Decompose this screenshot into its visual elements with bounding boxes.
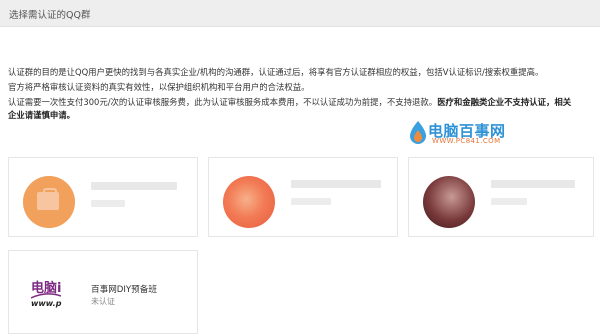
watermark-logo-icon: [410, 121, 426, 144]
description-line-3: 认证需要一次性支付300元/次的认证审核服务费，此为认证审核服务成本费用，不以认…: [8, 97, 594, 108]
group-name-redacted: [91, 182, 177, 190]
page-title: 选择需认证的QQ群: [9, 10, 91, 21]
watermark-url: WWW.PC841.COM: [432, 137, 501, 145]
group-status-redacted: [91, 200, 125, 207]
group-avatar: [423, 176, 475, 228]
watermark: 电脑百事网 WWW.PC841.COM: [408, 120, 518, 148]
group-logo-url: www.p: [31, 299, 62, 308]
group-avatar: [223, 176, 275, 228]
group-status-redacted: [491, 198, 527, 205]
group-status-redacted: [291, 198, 331, 205]
description-line-2: 官方将严格审核认证资料的真实有效性，以保护组织机构和平台用户的合法权益。: [8, 82, 310, 92]
group-card[interactable]: [208, 157, 398, 237]
group-avatar: 电脑i www.p: [27, 269, 83, 321]
group-name-redacted: [491, 180, 575, 188]
description-fee-text: 认证需要一次性支付300元/次的认证审核服务费，此为认证审核服务成本费用，不以认…: [8, 97, 438, 107]
group-name-redacted: [291, 180, 381, 188]
group-card[interactable]: 电脑i www.p 百事网DIY预备班 未认证: [8, 250, 198, 334]
description-warning-text: 医疗和金融类企业不支持认证，相关: [437, 97, 572, 107]
group-card[interactable]: [408, 157, 594, 237]
group-card[interactable]: [8, 157, 198, 237]
page-header: 选择需认证的QQ群: [0, 0, 600, 27]
group-name: 百事网DIY预备班: [91, 285, 157, 295]
description-warning-text-cont: 企业请谨慎申请。: [8, 110, 75, 120]
group-status: 未认证: [91, 297, 115, 306]
group-avatar: [23, 176, 75, 228]
description-line-1: 认证群的目的是让QQ用户更快的找到与各真实企业/机构的沟通群，认证通过后，将享有…: [8, 67, 544, 77]
